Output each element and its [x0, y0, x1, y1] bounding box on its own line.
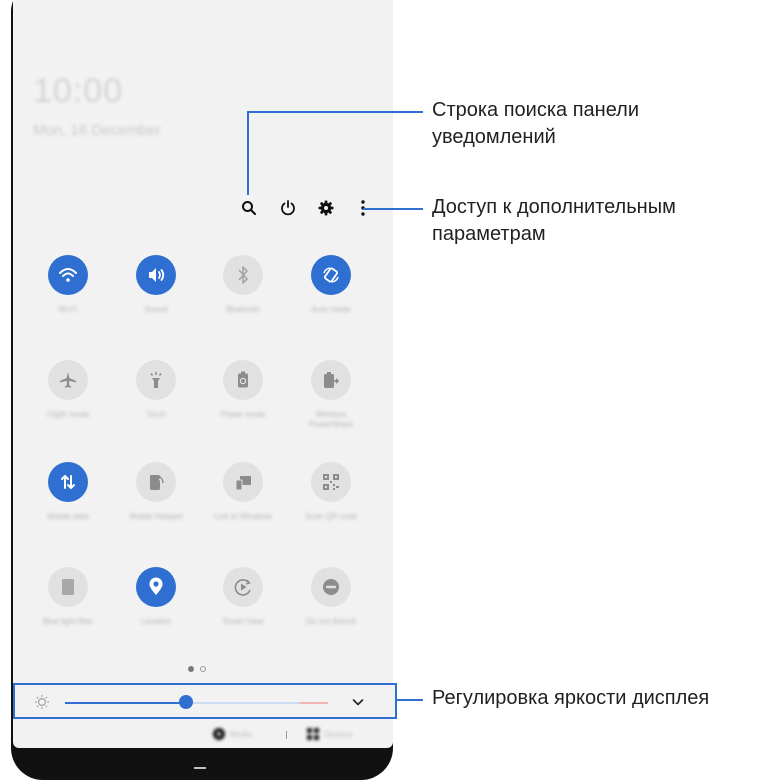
tile-label: Wireless PowerShare: [308, 410, 354, 429]
date: Mon, 16 December: [33, 122, 161, 139]
brightness-track-filled: [65, 702, 186, 704]
page-indicator: [188, 666, 206, 672]
blue-light-icon: [62, 579, 74, 595]
hotspot-icon: [150, 475, 164, 490]
tile-label: Auto rotate: [311, 305, 351, 314]
gear-icon[interactable]: [313, 195, 339, 221]
search-icon[interactable]: [236, 195, 262, 221]
qr-icon: [323, 474, 339, 490]
brightness-bar: [13, 683, 397, 719]
tile-power-mode[interactable]: [223, 360, 263, 400]
mobile-data-icon: [61, 475, 75, 489]
smart-view-icon: [234, 579, 251, 596]
devices-button[interactable]: Devices: [307, 728, 352, 740]
leader-line-search: [247, 111, 423, 113]
dnd-icon: [323, 579, 339, 595]
power-icon[interactable]: [275, 195, 301, 221]
page-dot: [200, 666, 206, 672]
tile-do-not-disturb[interactable]: [311, 567, 351, 607]
location-icon: [149, 577, 163, 595]
tile-auto-rotate[interactable]: [311, 255, 351, 295]
tile-link-to-windows[interactable]: [223, 462, 263, 502]
tile-wireless-powershare[interactable]: [311, 360, 351, 400]
torch-icon: [150, 372, 162, 388]
powershare-icon: [324, 372, 340, 388]
callout-more: Доступ к дополнительным параметрам: [432, 196, 676, 245]
tile-mobile-hotspot[interactable]: [136, 462, 176, 502]
play-icon: [213, 728, 225, 740]
auto-rotate-icon: [323, 267, 339, 283]
tile-label: Do not disturb: [306, 617, 356, 626]
tile-label: Link to Windows: [213, 512, 273, 521]
divider: [286, 731, 287, 739]
tile-label: Mobile Hotspot: [129, 512, 183, 521]
brightness-track-high: [300, 702, 328, 704]
tile-label: Sound: [144, 305, 168, 314]
sound-icon: [149, 268, 165, 282]
chevron-down-icon[interactable]: [352, 697, 364, 707]
leader-line-search: [247, 111, 249, 195]
page-dot-active: [188, 666, 194, 672]
tile-scan-qr[interactable]: [311, 462, 351, 502]
battery-icon: [238, 371, 248, 388]
wifi-icon: [59, 268, 77, 282]
sun-icon: [35, 695, 49, 709]
tile-label: Torch: [146, 410, 166, 419]
tile-label: Bluetooth: [226, 305, 260, 314]
devices-icon: [307, 728, 319, 740]
tile-label: Scan QR code: [304, 512, 358, 521]
airplane-icon: [60, 372, 76, 388]
tile-label: Flight mode: [47, 410, 89, 419]
leader-line-brightness: [397, 699, 423, 701]
tile-label: Wi-Fi: [58, 305, 78, 314]
tile-flight-mode[interactable]: [48, 360, 88, 400]
brightness-slider-thumb[interactable]: [179, 695, 193, 709]
leader-line-more: [363, 208, 423, 210]
tile-bluetooth[interactable]: [223, 255, 263, 295]
tile-label: Blue light filter: [42, 617, 94, 626]
media-button[interactable]: Media: [213, 728, 252, 740]
clock: 10:00: [33, 72, 124, 110]
callout-brightness: Регулировка яркости дисплея: [432, 687, 710, 709]
tile-sound[interactable]: [136, 255, 176, 295]
tile-mobile-data[interactable]: [48, 462, 88, 502]
bluetooth-icon: [238, 266, 248, 284]
callout-search: Строка поиска панели уведомлений: [432, 99, 640, 148]
tile-blue-light-filter[interactable]: [48, 567, 88, 607]
tile-label: Smart View: [222, 617, 264, 626]
link-windows-icon: [235, 476, 251, 491]
tile-torch[interactable]: [136, 360, 176, 400]
nav-handle: [194, 767, 206, 769]
tile-location[interactable]: [136, 567, 176, 607]
tile-wifi[interactable]: [48, 255, 88, 295]
tile-label: Mobile data: [47, 512, 89, 521]
tile-label: Power mode: [220, 410, 266, 419]
brightness-track: [186, 702, 300, 704]
tile-smart-view[interactable]: [223, 567, 263, 607]
tile-label: Location: [140, 617, 172, 626]
